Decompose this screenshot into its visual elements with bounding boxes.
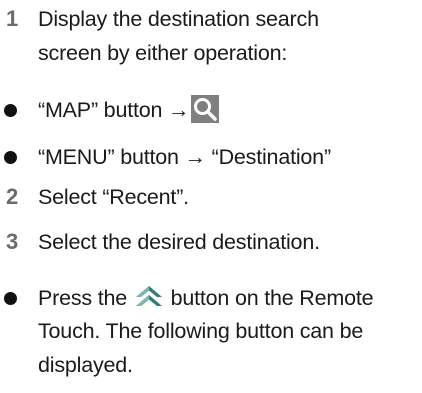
bullet-dot: [4, 104, 17, 117]
note-text: Touch. The following button can be: [38, 319, 364, 343]
step-text: Display the destination search: [38, 7, 319, 31]
note-line-1: Press the button on the Remote: [38, 283, 374, 313]
step-text: screen by either operation:: [38, 41, 288, 65]
bullet-text: “MAP” button →: [38, 98, 190, 122]
double-chevron-up-icon: [135, 284, 163, 310]
bullet-text: “MENU” button → “Destination”: [38, 145, 331, 169]
step-text: Select the desired destination.: [38, 230, 320, 254]
note-text: displayed.: [38, 353, 133, 377]
step-number: 3: [6, 229, 19, 254]
step-number: 2: [6, 184, 19, 209]
bullet-map-content: “MAP” button →: [38, 95, 220, 125]
magnifier-search-icon: [191, 95, 220, 124]
note-text: button on the Remote: [170, 286, 374, 310]
note-text: Press the: [38, 286, 128, 310]
bullet-dot: [4, 151, 17, 164]
step-number: 1: [6, 6, 19, 31]
step-text: Select “Recent”.: [38, 185, 189, 209]
instructions-document: 1 Display the destination search screen …: [0, 0, 422, 393]
bullet-dot: [4, 292, 17, 305]
